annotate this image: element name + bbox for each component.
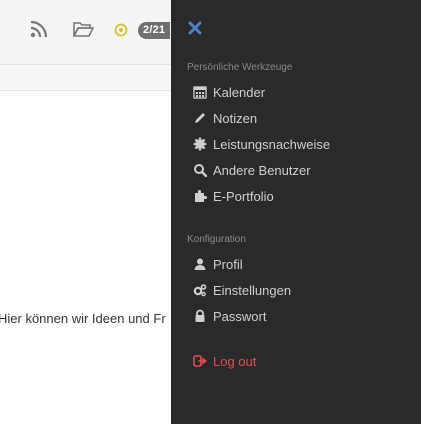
search-icon	[193, 163, 208, 178]
menu-item-label: Kalender	[213, 84, 266, 100]
calendar-icon	[193, 85, 207, 99]
gears-icon	[193, 283, 207, 297]
menu-item-leistungsnachweise[interactable]: Leistungsnachweise	[193, 134, 330, 154]
menu-item-label: E-Portfolio	[213, 188, 274, 204]
progress-badge[interactable]: 2/21	[138, 22, 171, 39]
menu-item-notizen[interactable]: Notizen	[193, 108, 257, 128]
section-title-personal: Persönliche Werkzeuge	[187, 62, 293, 73]
badge-icon	[193, 137, 207, 151]
menu-item-passwort[interactable]: Passwort	[193, 306, 266, 326]
menu-item-label: Leistungsnachweise	[213, 136, 331, 152]
menu-item-label: Passwort	[213, 308, 267, 324]
puzzle-icon	[193, 189, 207, 203]
logout-label: Log out	[213, 353, 257, 369]
lock-icon	[193, 309, 207, 323]
rss-icon[interactable]	[30, 20, 48, 43]
close-icon[interactable]	[187, 20, 205, 38]
menu-item-profil[interactable]: Profil	[193, 254, 243, 274]
menu-item-einstellungen[interactable]: Einstellungen	[193, 280, 291, 300]
menu-item-kalender[interactable]: Kalender	[193, 82, 265, 102]
content-text: Hier können wir Ideen und Fr	[0, 311, 166, 326]
status-circle-icon[interactable]	[113, 20, 129, 43]
menu-item-label: Andere Benutzer	[213, 162, 311, 178]
folder-open-icon[interactable]	[72, 20, 95, 43]
user-icon	[193, 257, 207, 271]
menu-item-label: Notizen	[213, 110, 258, 126]
sign-out-icon	[193, 354, 207, 368]
menu-item-andere-benutzer[interactable]: Andere Benutzer	[193, 160, 311, 180]
menu-item-label: Einstellungen	[213, 282, 292, 298]
top-toolbar: 2/21	[0, 0, 171, 65]
section-title-config: Konfiguration	[187, 234, 246, 245]
pencil-icon	[193, 111, 207, 125]
logout-link[interactable]: Log out	[193, 351, 256, 371]
user-sidebar: Persönliche Werkzeuge Kalender Notizen L…	[171, 0, 421, 424]
sub-toolbar	[0, 65, 171, 91]
menu-item-e-portfolio[interactable]: E-Portfolio	[193, 186, 274, 206]
menu-item-label: Profil	[213, 256, 243, 272]
